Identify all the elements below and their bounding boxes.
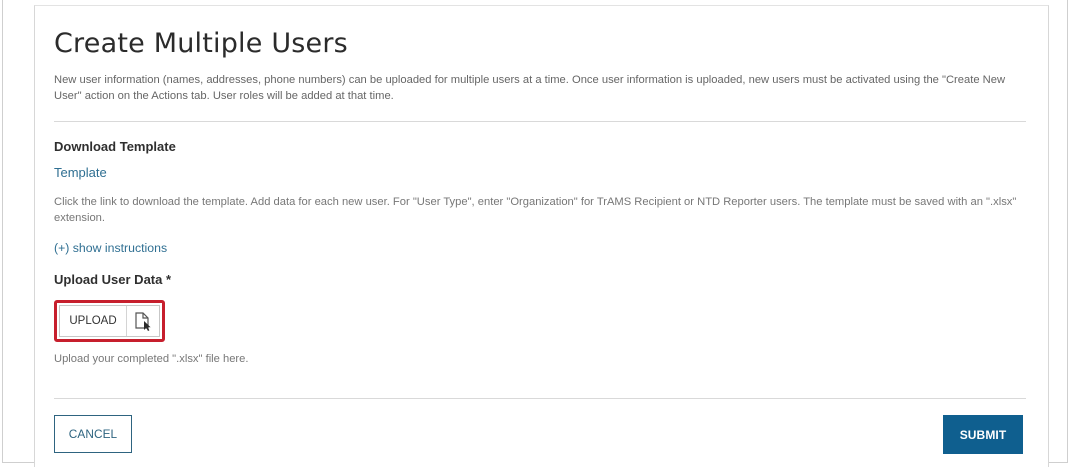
show-instructions-link[interactable]: (+) show instructions [54, 241, 167, 255]
upload-helper-text: Upload your completed ".xlsx" file here. [54, 353, 249, 365]
template-link[interactable]: Template [54, 165, 107, 180]
upload-button-label: UPLOAD [60, 306, 127, 336]
template-helper-text: Click the link to download the template.… [54, 196, 1017, 224]
footer-divider [54, 398, 1026, 399]
upload-user-data-heading: Upload User Data * [54, 272, 172, 287]
upload-button[interactable]: UPLOAD [59, 305, 160, 337]
download-template-heading: Download Template [54, 139, 176, 154]
file-upload-icon[interactable] [127, 306, 159, 336]
page-title: Create Multiple Users [54, 28, 348, 59]
page-intro: New user information (names, addresses, … [54, 74, 1006, 102]
section-divider [54, 121, 1026, 122]
submit-button[interactable]: SUBMIT [943, 415, 1023, 454]
cancel-button[interactable]: CANCEL [54, 415, 132, 453]
upload-control-highlight: UPLOAD [54, 300, 165, 342]
